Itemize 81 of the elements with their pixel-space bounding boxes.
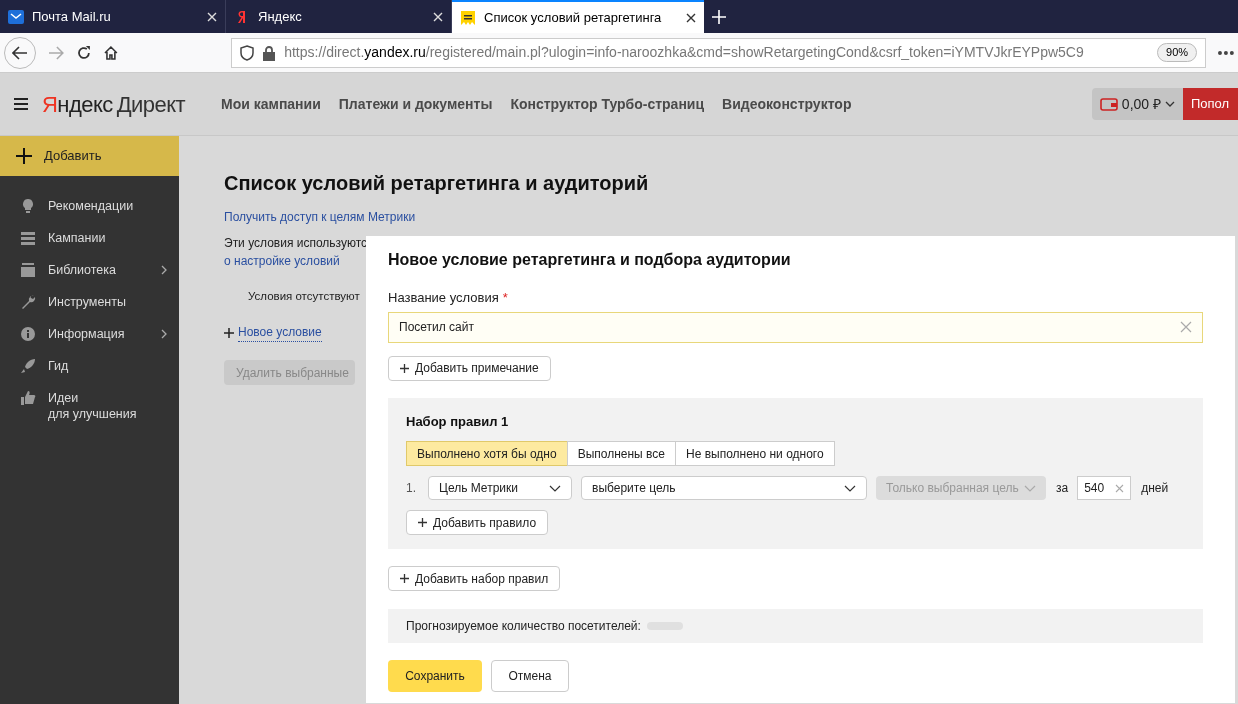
period-label: за — [1056, 480, 1069, 497]
cancel-button[interactable]: Отмена — [491, 660, 569, 692]
mode-tab[interactable]: Выполнено хотя бы одно — [406, 441, 568, 466]
caret-icon — [844, 484, 856, 492]
close-icon — [207, 11, 217, 22]
thumbs-up-icon — [20, 390, 36, 406]
info-icon — [20, 326, 36, 342]
nav-link[interactable]: Мои кампании — [221, 93, 321, 115]
caret-icon — [1165, 101, 1175, 107]
add-note-button[interactable]: Добавить примечание — [388, 355, 551, 381]
sidebar-item[interactable]: Инструменты — [0, 286, 179, 318]
browser-tab[interactable]: Список условий ретаргетинга — [452, 0, 704, 33]
days-label: дней — [1141, 480, 1169, 497]
logo[interactable]: Яндекс Директ — [42, 87, 185, 121]
tab-title: Почта Mail.ru — [32, 7, 112, 26]
reload-icon — [75, 44, 92, 61]
balance-button[interactable]: 0,00 ₽ — [1091, 88, 1183, 120]
add-rule-button[interactable]: Добавить правило — [406, 510, 549, 535]
rule-number: 1. — [406, 480, 417, 497]
plus-icon — [400, 363, 409, 373]
sidebar-item[interactable]: Информация — [0, 318, 179, 350]
envelope-icon — [8, 8, 24, 25]
page-title: Список условий ретаргетинга и аудиторий — [224, 171, 649, 196]
name-field[interactable]: Посетил сайт — [388, 311, 1203, 343]
plus-icon — [224, 327, 234, 338]
close-icon — [686, 12, 696, 23]
topup-button[interactable]: Попол — [1183, 88, 1238, 120]
required-mark: * — [502, 289, 508, 307]
description-text: Эти условия используютс — [224, 235, 369, 252]
sidebar-item[interactable]: Кампании — [0, 222, 179, 254]
empty-text: Условия отсутствуют — [248, 289, 360, 304]
days-field[interactable]: 540 — [1077, 476, 1132, 500]
type-dropdown[interactable]: Цель Метрики — [428, 476, 572, 500]
plus-icon — [16, 148, 32, 164]
chevron-icon — [161, 265, 167, 275]
plus-icon — [400, 574, 409, 583]
mode-tab[interactable]: Не выполнено ни одного — [674, 441, 835, 466]
sidebar-item[interactable]: Рекомендации — [0, 190, 179, 222]
sidebar-item[interactable]: Гид — [0, 350, 179, 382]
url-text: https://direct.yandex.ru/registered/main.pl?ulogin=info-naroozhka&cmd=showRetargetingCond&csrf_token=iYMTVJkrEYPpw5C9 — [284, 43, 1084, 62]
lock-icon — [262, 44, 277, 61]
caret-icon — [549, 484, 561, 492]
bulb-icon — [20, 198, 36, 214]
nav-link[interactable]: Видеоконструктор — [722, 93, 852, 115]
forecast-label: Прогнозируемое количество посетителей: — [406, 618, 641, 635]
wrench-icon — [20, 294, 36, 310]
list-icon — [20, 230, 36, 246]
new-condition-link[interactable]: Новое условие — [238, 323, 322, 343]
clear-icon — [1115, 483, 1125, 493]
zoom-badge[interactable]: 90% — [1157, 43, 1198, 62]
add-button[interactable]: Добавить — [0, 136, 179, 176]
plus-icon[interactable] — [712, 10, 726, 24]
add-rule-set-button[interactable]: Добавить набор правил — [388, 566, 561, 591]
field-label: Название условия — [388, 289, 499, 307]
tab-title: Яндекс — [258, 7, 303, 26]
nav-link[interactable]: Конструктор Турбо-страниц — [510, 93, 705, 115]
menu-icon[interactable] — [14, 98, 28, 110]
tab-title: Список условий ретаргетинга — [484, 8, 663, 27]
nav-link[interactable]: Платежи и документы — [338, 93, 493, 115]
wallet-icon — [1099, 97, 1118, 111]
close-icon — [433, 11, 443, 22]
caret-icon — [1024, 484, 1036, 492]
mode-tab[interactable]: Выполнены все — [566, 441, 676, 466]
shield-icon — [240, 44, 255, 61]
document-icon — [460, 9, 476, 26]
more-icon — [1218, 50, 1234, 55]
address-field[interactable]: https://direct.yandex.ru/registered/main.pl?ulogin=info-naroozhka&cmd=showRetargetingCond&csrf_token=iYMTVJkrEYPpw5C9 90% — [231, 37, 1207, 68]
goal-dropdown[interactable]: выберите цель — [581, 476, 867, 500]
plus-icon — [418, 518, 427, 527]
back-arrow-icon — [11, 45, 28, 60]
chevron-icon — [161, 329, 167, 339]
home-icon — [103, 44, 120, 61]
metrika-link[interactable]: Получить доступ к целям Метрики — [224, 208, 649, 226]
sidebar-item[interactable]: Библиотека — [0, 254, 179, 286]
save-button[interactable]: Сохранить — [388, 660, 482, 692]
rule-set-title: Набор правил 1 — [406, 412, 510, 431]
clear-icon — [1180, 321, 1192, 333]
box-icon — [20, 262, 36, 278]
dialog-title: Новое условие ретаргетинга и подбора аудитории — [388, 250, 792, 270]
forward-arrow-icon — [47, 45, 64, 60]
sidebar-item[interactable]: Идеи для улучшения — [0, 382, 179, 430]
